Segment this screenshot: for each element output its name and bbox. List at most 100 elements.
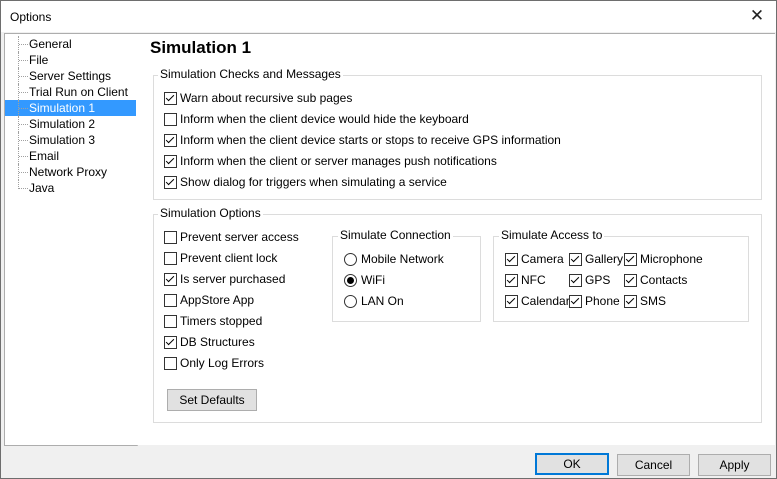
access-gps-checkbox[interactable]: GPS bbox=[569, 272, 610, 288]
checkbox-label: Prevent server access bbox=[180, 230, 299, 244]
tree-connector bbox=[18, 116, 28, 132]
inform-gps-checkbox[interactable]: Inform when the client device starts or … bbox=[164, 132, 561, 148]
inform-keyboard-checkbox[interactable]: Inform when the client device would hide… bbox=[164, 111, 469, 127]
nav-item-trial-run[interactable]: Trial Run on Client bbox=[5, 84, 136, 100]
checkbox-box[interactable] bbox=[164, 314, 177, 328]
checkbox-box[interactable] bbox=[164, 91, 177, 105]
mobile-network-radio[interactable]: Mobile Network bbox=[344, 251, 444, 267]
tree-connector bbox=[18, 100, 28, 116]
access-microphone-checkbox[interactable]: Microphone bbox=[624, 251, 703, 267]
checkbox-label: Warn about recursive sub pages bbox=[180, 91, 353, 105]
access-group-legend: Simulate Access to bbox=[499, 228, 605, 242]
access-sms-checkbox[interactable]: SMS bbox=[624, 293, 666, 309]
options-tree: General File Server Settings Trial Run o… bbox=[4, 33, 138, 446]
show-trigger-dialog-checkbox[interactable]: Show dialog for triggers when simulating… bbox=[164, 174, 447, 190]
nav-item-general[interactable]: General bbox=[5, 36, 136, 52]
checkbox-box[interactable] bbox=[505, 252, 518, 266]
checkbox-label: SMS bbox=[640, 294, 667, 308]
appstore-app-checkbox[interactable]: AppStore App bbox=[164, 292, 254, 308]
checkbox-label: Gallery bbox=[585, 252, 624, 266]
nav-item-label: Simulation 1 bbox=[29, 101, 96, 115]
access-nfc-checkbox[interactable]: NFC bbox=[505, 272, 546, 288]
nav-item-label: File bbox=[29, 53, 49, 67]
checkbox-box[interactable] bbox=[164, 154, 177, 168]
checkbox-box[interactable] bbox=[164, 251, 177, 265]
checkbox-box[interactable] bbox=[569, 252, 582, 266]
checkbox-box[interactable] bbox=[505, 294, 518, 308]
checkbox-box[interactable] bbox=[164, 133, 177, 147]
radio-label: WiFi bbox=[361, 273, 385, 287]
timers-stopped-checkbox[interactable]: Timers stopped bbox=[164, 313, 262, 329]
set-defaults-button[interactable]: Set Defaults bbox=[167, 389, 257, 411]
prevent-server-access-checkbox[interactable]: Prevent server access bbox=[164, 229, 299, 245]
window-title: Options bbox=[10, 10, 52, 24]
access-phone-checkbox[interactable]: Phone bbox=[569, 293, 620, 309]
checkbox-label: AppStore App bbox=[180, 293, 255, 307]
checkbox-box[interactable] bbox=[164, 356, 177, 370]
radio-circle[interactable] bbox=[344, 252, 357, 266]
radio-circle[interactable] bbox=[344, 294, 357, 308]
ok-button[interactable]: OK bbox=[535, 453, 609, 475]
apply-button[interactable]: Apply bbox=[698, 454, 771, 476]
radio-circle[interactable] bbox=[344, 273, 357, 287]
checkbox-box[interactable] bbox=[164, 112, 177, 126]
checkbox-label: Prevent client lock bbox=[180, 251, 278, 265]
checkbox-box[interactable] bbox=[164, 175, 177, 189]
nav-item-email[interactable]: Email bbox=[5, 148, 136, 164]
radio-label: Mobile Network bbox=[361, 252, 444, 266]
checkbox-box[interactable] bbox=[569, 273, 582, 287]
nav-item-label: Network Proxy bbox=[29, 165, 108, 179]
title-bar: Options ✕ bbox=[1, 1, 776, 32]
checkbox-label: Inform when the client or server manages… bbox=[180, 154, 497, 168]
checkbox-label: Calendar bbox=[521, 294, 570, 308]
checkbox-box[interactable] bbox=[569, 294, 582, 308]
close-icon[interactable]: ✕ bbox=[746, 5, 768, 27]
only-log-errors-checkbox[interactable]: Only Log Errors bbox=[164, 355, 264, 371]
nav-item-label: Java bbox=[29, 181, 55, 195]
checkbox-label: Is server purchased bbox=[180, 272, 286, 286]
nav-item-label: Simulation 3 bbox=[29, 133, 96, 147]
checkbox-box[interactable] bbox=[624, 294, 637, 308]
checkbox-box[interactable] bbox=[505, 273, 518, 287]
nav-item-java[interactable]: Java bbox=[5, 180, 136, 196]
access-calendar-checkbox[interactable]: Calendar bbox=[505, 293, 570, 309]
db-structures-checkbox[interactable]: DB Structures bbox=[164, 334, 255, 350]
checkbox-box[interactable] bbox=[624, 273, 637, 287]
nav-item-network-proxy[interactable]: Network Proxy bbox=[5, 164, 136, 180]
checks-group-legend: Simulation Checks and Messages bbox=[158, 67, 343, 81]
nav-item-simulation-2[interactable]: Simulation 2 bbox=[5, 116, 136, 132]
access-gallery-checkbox[interactable]: Gallery bbox=[569, 251, 623, 267]
prevent-client-lock-checkbox[interactable]: Prevent client lock bbox=[164, 250, 277, 266]
lan-on-radio[interactable]: LAN On bbox=[344, 293, 404, 309]
checkbox-label: GPS bbox=[585, 273, 611, 287]
nav-item-label: Trial Run on Client bbox=[29, 85, 128, 99]
nav-item-label: Simulation 2 bbox=[29, 117, 96, 131]
tree-connector bbox=[18, 180, 28, 189]
checkbox-label: Only Log Errors bbox=[180, 356, 265, 370]
checkbox-label: Contacts bbox=[640, 273, 688, 287]
checkbox-box[interactable] bbox=[164, 335, 177, 349]
connection-group-legend: Simulate Connection bbox=[338, 228, 453, 242]
server-purchased-checkbox[interactable]: Is server purchased bbox=[164, 271, 285, 287]
nav-item-file[interactable]: File bbox=[5, 52, 136, 68]
nav-item-simulation-3[interactable]: Simulation 3 bbox=[5, 132, 136, 148]
cancel-button[interactable]: Cancel bbox=[617, 454, 690, 476]
warn-recursive-checkbox[interactable]: Warn about recursive sub pages bbox=[164, 90, 352, 106]
checkbox-label: Microphone bbox=[640, 252, 703, 266]
tree-connector bbox=[18, 52, 28, 68]
nav-item-label: Email bbox=[29, 149, 60, 163]
nav-item-simulation-1[interactable]: Simulation 1 bbox=[5, 100, 136, 116]
inform-push-checkbox[interactable]: Inform when the client or server manages… bbox=[164, 153, 497, 169]
wifi-radio[interactable]: WiFi bbox=[344, 272, 385, 288]
checkbox-box[interactable] bbox=[624, 252, 637, 266]
tree-connector bbox=[18, 36, 28, 52]
nav-item-server-settings[interactable]: Server Settings bbox=[5, 68, 136, 84]
checkbox-box[interactable] bbox=[164, 230, 177, 244]
tree-connector bbox=[18, 148, 28, 164]
checkbox-box[interactable] bbox=[164, 293, 177, 307]
access-camera-checkbox[interactable]: Camera bbox=[505, 251, 564, 267]
tree-connector bbox=[18, 132, 28, 148]
access-contacts-checkbox[interactable]: Contacts bbox=[624, 272, 687, 288]
checkbox-box[interactable] bbox=[164, 272, 177, 286]
nav-item-label: Server Settings bbox=[29, 69, 112, 83]
